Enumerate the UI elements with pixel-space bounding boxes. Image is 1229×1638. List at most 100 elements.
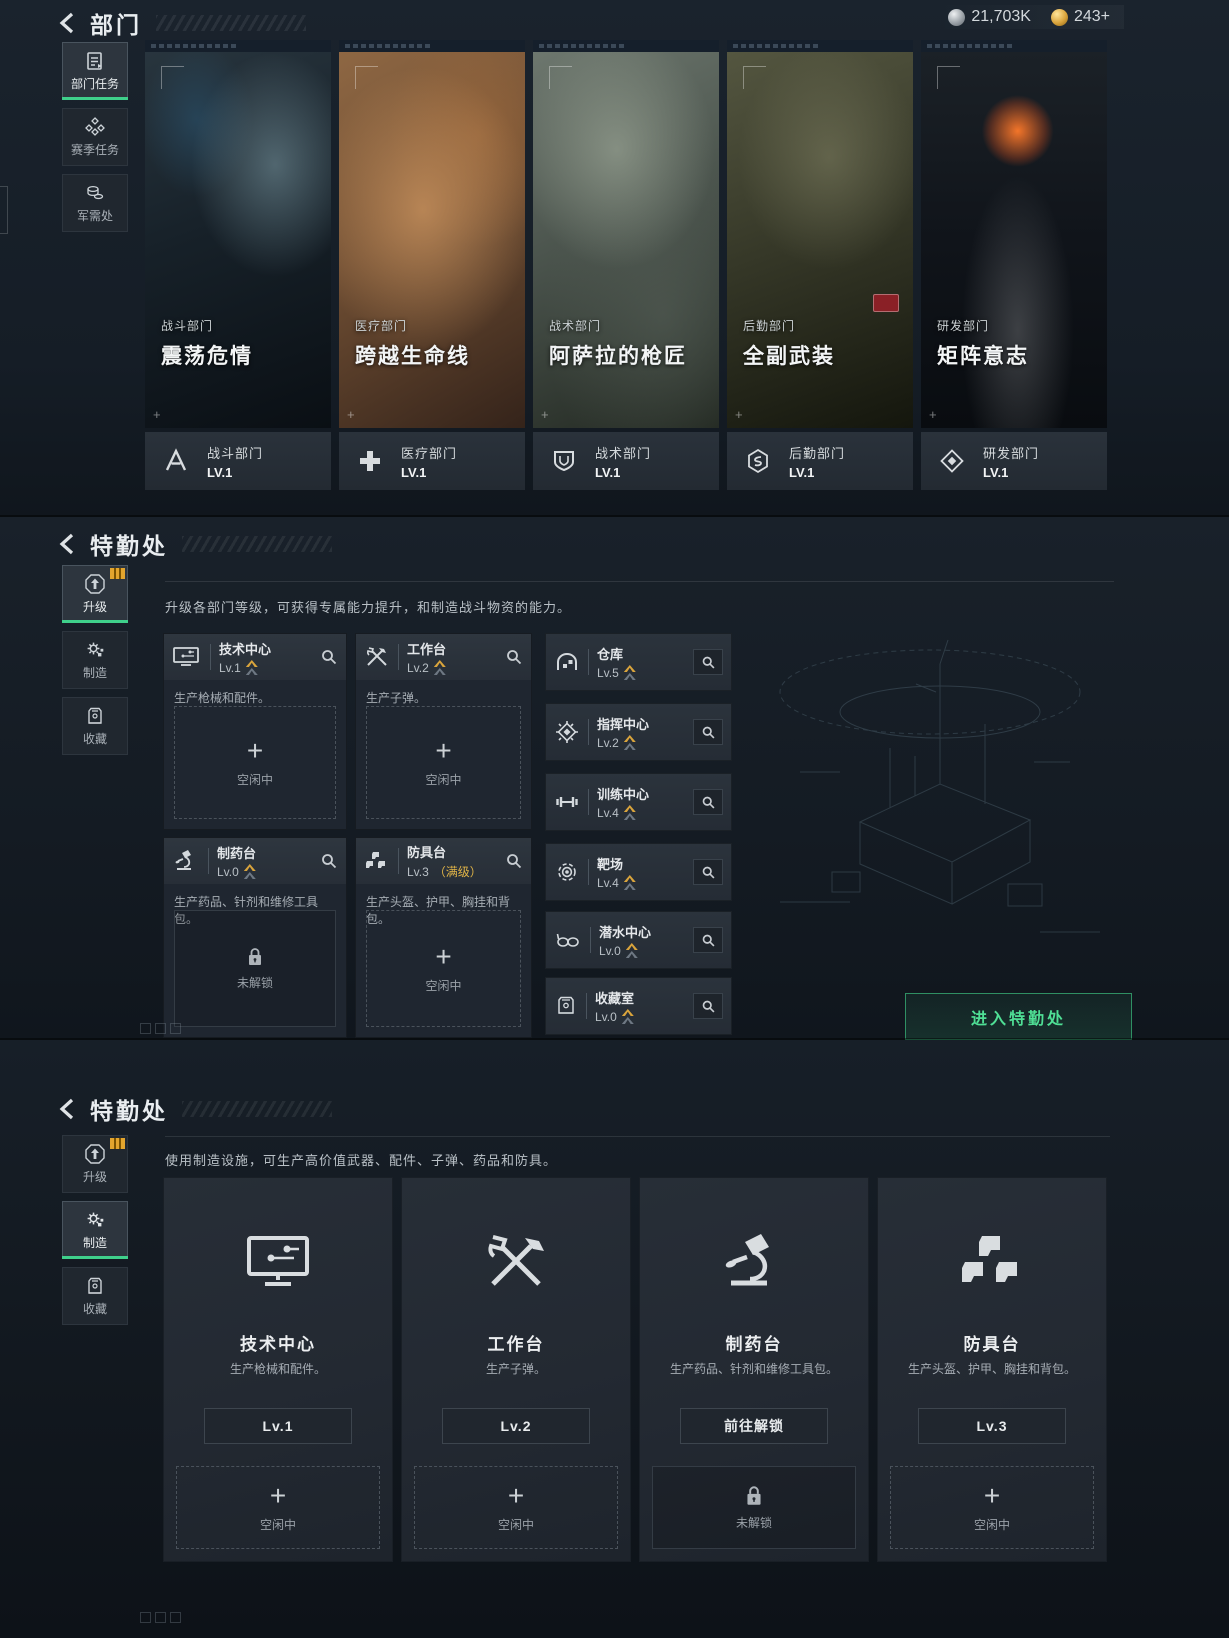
facility-level: Lv.3 [407,864,429,879]
plus-icon: + [435,941,452,972]
magnifier-icon[interactable] [320,852,338,870]
craft-description: 使用制造设施，可生产高价值武器、配件、子弹、药品和防具。 [165,1153,558,1168]
magnifier-button[interactable] [693,859,723,885]
background-fragment [140,1612,181,1623]
title-hatch-decor [182,1101,332,1117]
back-icon[interactable] [58,12,76,34]
sidebar-item-upgrade[interactable]: 升级 [62,1135,128,1193]
production-slot[interactable]: + 空闲中 [366,910,521,1027]
station-unlock-button[interactable]: 前往解锁 [680,1408,828,1444]
magnifier-button[interactable] [693,649,723,675]
facility-tile-pharmacy[interactable]: 制药台 Lv.0 生产药品、针剂和维修工具包。 未解锁 [163,837,347,1038]
facility-tile-armor[interactable]: 防具台 Lv.3 （满级） 生产头盔、护甲、胸挂和背包。 + 空闲中 [355,837,532,1038]
facility-level: Lv.1 [219,660,241,675]
station-desc: 生产药品、针剂和维修工具包。 [669,1362,838,1376]
facility-level: Lv.2 [407,660,429,675]
sidebar-item-craft[interactable]: 制造 [62,631,128,689]
magnifier-icon[interactable] [320,648,338,666]
gold-coin-icon [1050,8,1068,26]
magnifier-button[interactable] [693,719,723,745]
sidebar-item-season-missions[interactable]: 赛季任务 [62,108,128,166]
sidebar-item-label: 收藏 [82,1302,107,1316]
slot-status: 未解锁 [735,1516,772,1530]
facility-desc: 生产子弹。 [366,691,427,705]
production-slot[interactable]: + 空闲中 [366,706,521,819]
station-level-button[interactable]: Lv.2 [442,1408,590,1444]
dept-card-rnd[interactable]: 研发部门 矩阵意志 研发部门 LV.1 [921,40,1107,490]
station-level-button[interactable]: Lv.1 [204,1408,352,1444]
slot-status: 空闲中 [497,1518,534,1532]
target-icon [554,860,580,884]
building-row-warehouse[interactable]: 仓库 Lv.5 [545,633,732,691]
season-icon [84,116,106,138]
locked-slot[interactable]: 未解锁 [652,1466,856,1549]
card-top-strip [921,40,1107,52]
departments-section: 部门 21,703K 243+ 部门任务 赛季任务 军需处 战斗部门 震荡危情 … [0,0,1229,517]
building-level: Lv.5 [597,665,619,680]
production-slot[interactable]: + 空闲中 [176,1466,380,1549]
magnifier-button[interactable] [693,927,723,953]
dept-card-logistics[interactable]: 后勤部门 全副武装 后勤部门 LV.1 [727,40,913,490]
microscope-icon [172,849,200,873]
mission-image: 战斗部门 震荡危情 [145,52,331,428]
locked-slot[interactable]: 未解锁 [174,910,336,1027]
plus-icon: + [435,735,452,766]
facility-name: 技术中心 [219,642,272,657]
enter-agency-label: 进入特勤处 [970,1010,1066,1028]
dumbbell-icon [554,790,580,814]
craft-card-tech-center[interactable]: 技术中心 生产枪械和配件。 Lv.1 + 空闲中 [163,1177,393,1562]
display-case-icon [84,1275,106,1297]
dept-card-combat[interactable]: 战斗部门 震荡危情 战斗部门 LV.1 [145,40,331,490]
facility-tile-workbench[interactable]: 工作台 Lv.2 生产子弹。 + 空闲中 [355,633,532,830]
building-row-collection-room[interactable]: 收藏室 Lv.0 [545,977,732,1035]
display-case-icon [554,994,578,1018]
mission-image: 后勤部门 全副武装 [727,52,913,428]
lock-icon [245,946,265,968]
back-icon[interactable] [58,1098,76,1120]
armor-bench-icon [878,1230,1106,1294]
production-slot[interactable]: + 空闲中 [174,706,336,819]
magnifier-button[interactable] [693,789,723,815]
magnifier-button[interactable] [693,993,723,1019]
magnifier-icon[interactable] [505,648,523,666]
diving-goggles-icon [554,928,582,952]
craft-card-armor[interactable]: 防具台 生产头盔、护甲、胸挂和背包。 Lv.3 + 空闲中 [877,1177,1107,1562]
back-icon[interactable] [58,533,76,555]
facility-tile-tech-center[interactable]: 技术中心 Lv.1 生产枪械和配件。 + 空闲中 [163,633,347,830]
sidebar-item-dept-missions[interactable]: 部门任务 [62,42,128,100]
building-row-training-center[interactable]: 训练中心 Lv.4 [545,773,732,831]
sidebar-item-collection[interactable]: 收藏 [62,1267,128,1325]
building-row-shooting-range[interactable]: 靶场 Lv.4 [545,843,732,901]
currency-bar: 21,703K 243+ [934,5,1124,29]
dept-name: 医疗部门 [401,445,458,461]
agency-header: 特勤处 [58,527,332,561]
station-name: 制药台 [725,1335,783,1354]
station-name: 防具台 [963,1335,1021,1354]
sidebar-item-quartermaster[interactable]: 军需处 [62,174,128,232]
production-slot[interactable]: + 空闲中 [890,1466,1094,1549]
production-slot[interactable]: + 空闲中 [414,1466,618,1549]
sidebar-item-label: 制造 [82,666,107,680]
craft-card-workbench[interactable]: 工作台 生产子弹。 Lv.2 + 空闲中 [401,1177,631,1562]
content-divider [165,581,1114,582]
dept-name: 后勤部门 [789,445,846,461]
base-wireframe-art [740,572,1135,992]
gold-currency[interactable]: 243+ [1050,8,1110,26]
building-row-command-center[interactable]: 指挥中心 Lv.2 [545,703,732,761]
dept-card-medical[interactable]: 医疗部门 跨越生命线 医疗部门 LV.1 [339,40,525,490]
magnifier-icon[interactable] [505,852,523,870]
building-row-diving-center[interactable]: 潜水中心 Lv.0 [545,911,732,969]
dept-level-bar: 研发部门 LV.1 [921,432,1107,490]
slot-status: 空闲中 [259,1518,296,1532]
craft-card-pharmacy[interactable]: 制药台 生产药品、针剂和维修工具包。 前往解锁 未解锁 [639,1177,869,1562]
station-level-button[interactable]: Lv.3 [918,1408,1066,1444]
card-top-strip [145,40,331,52]
dept-card-tactical[interactable]: 战术部门 阿萨拉的枪匠 战术部门 LV.1 [533,40,719,490]
enter-agency-button[interactable]: 进入特勤处 [905,993,1132,1040]
building-level: Lv.0 [599,943,621,958]
sidebar-item-upgrade[interactable]: 升级 [62,565,128,623]
sidebar-item-craft[interactable]: 制造 [62,1201,128,1259]
workbench-icon [402,1230,630,1294]
sidebar-item-collection[interactable]: 收藏 [62,697,128,755]
plus-icon: + [246,735,264,766]
